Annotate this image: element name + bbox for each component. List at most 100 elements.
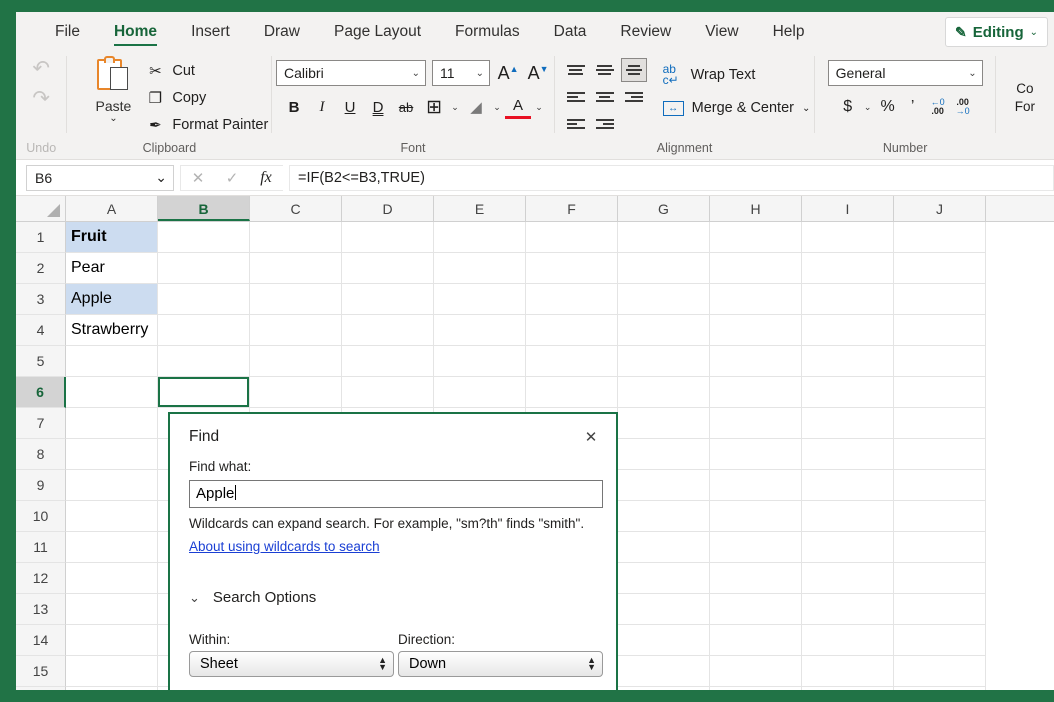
cell-H7[interactable]: [710, 408, 802, 439]
strikethrough-button[interactable]: ab: [393, 94, 419, 120]
cell-J3[interactable]: [894, 284, 986, 315]
column-header-f[interactable]: F: [526, 196, 618, 221]
cell-H16[interactable]: [710, 687, 802, 690]
column-header-d[interactable]: D: [342, 196, 434, 221]
row-header-1[interactable]: 1: [16, 222, 66, 253]
row-header-12[interactable]: 12: [16, 563, 66, 594]
cell-B4[interactable]: [158, 315, 250, 346]
align-bottom-button[interactable]: [621, 58, 647, 82]
undo-icon[interactable]: ↶: [21, 54, 61, 84]
column-header-a[interactable]: A: [66, 196, 158, 221]
column-header-e[interactable]: E: [434, 196, 526, 221]
font-size-select[interactable]: 11 ⌄: [432, 60, 490, 86]
cell-G14[interactable]: [618, 625, 710, 656]
row-header-11[interactable]: 11: [16, 532, 66, 563]
cell-A10[interactable]: [66, 501, 158, 532]
row-header-6[interactable]: 6: [16, 377, 66, 408]
cell-A16[interactable]: [66, 687, 158, 690]
cell-D6[interactable]: [342, 377, 434, 408]
align-right-button[interactable]: [621, 85, 647, 109]
cell-J13[interactable]: [894, 594, 986, 625]
tab-draw[interactable]: Draw: [247, 19, 317, 50]
column-header-j[interactable]: J: [894, 196, 986, 221]
editing-mode-button[interactable]: ✎ Editing ⌄: [945, 17, 1048, 47]
merge-center-button[interactable]: ↔ Merge & Center ⌄: [663, 95, 811, 121]
cell-A3[interactable]: Apple: [66, 284, 158, 315]
cell-H13[interactable]: [710, 594, 802, 625]
align-top-button[interactable]: [563, 58, 589, 82]
cell-I15[interactable]: [802, 656, 894, 687]
row-header-10[interactable]: 10: [16, 501, 66, 532]
row-header-2[interactable]: 2: [16, 253, 66, 284]
cell-J1[interactable]: [894, 222, 986, 253]
cell-A7[interactable]: [66, 408, 158, 439]
cell-H14[interactable]: [710, 625, 802, 656]
align-left-button[interactable]: [563, 85, 589, 109]
cell-C3[interactable]: [250, 284, 342, 315]
borders-button[interactable]: ⊞: [421, 94, 447, 120]
cell-G12[interactable]: [618, 563, 710, 594]
cell-C4[interactable]: [250, 315, 342, 346]
match-case-checkbox-row[interactable]: Match case: [189, 689, 274, 690]
cell-J5[interactable]: [894, 346, 986, 377]
cell-I16[interactable]: [802, 687, 894, 690]
cell-H1[interactable]: [710, 222, 802, 253]
cell-H4[interactable]: [710, 315, 802, 346]
cell-D4[interactable]: [342, 315, 434, 346]
row-header-13[interactable]: 13: [16, 594, 66, 625]
tab-insert[interactable]: Insert: [174, 19, 247, 50]
increase-decimal-button[interactable]: .00→0: [952, 94, 974, 120]
cell-H11[interactable]: [710, 532, 802, 563]
chevron-down-icon[interactable]: ⌄: [533, 102, 545, 113]
cell-B3[interactable]: [158, 284, 250, 315]
cell-F6[interactable]: [526, 377, 618, 408]
wrap-text-button[interactable]: abc↵ Wrap Text: [663, 62, 811, 88]
font-name-select[interactable]: Calibri ⌄: [276, 60, 426, 86]
decrease-font-size-button[interactable]: A▼: [526, 63, 550, 84]
cell-A9[interactable]: [66, 470, 158, 501]
cell-C6[interactable]: [250, 377, 342, 408]
currency-button[interactable]: $: [837, 94, 859, 120]
cell-F1[interactable]: [526, 222, 618, 253]
tab-data[interactable]: Data: [537, 19, 604, 50]
cell-I5[interactable]: [802, 346, 894, 377]
cell-I14[interactable]: [802, 625, 894, 656]
cell-I7[interactable]: [802, 408, 894, 439]
cell-G9[interactable]: [618, 470, 710, 501]
font-color-button[interactable]: A: [505, 95, 531, 119]
cell-H5[interactable]: [710, 346, 802, 377]
cell-I11[interactable]: [802, 532, 894, 563]
cell-A14[interactable]: [66, 625, 158, 656]
comma-style-button[interactable]: ’: [902, 94, 924, 120]
cell-E1[interactable]: [434, 222, 526, 253]
cell-F2[interactable]: [526, 253, 618, 284]
cell-J4[interactable]: [894, 315, 986, 346]
cell-B5[interactable]: [158, 346, 250, 377]
double-underline-button[interactable]: D: [365, 94, 391, 120]
cell-H12[interactable]: [710, 563, 802, 594]
decrease-indent-button[interactable]: [563, 112, 589, 136]
row-header-9[interactable]: 9: [16, 470, 66, 501]
paste-button[interactable]: Paste ⌄: [81, 56, 145, 124]
row-header-14[interactable]: 14: [16, 625, 66, 656]
cell-G5[interactable]: [618, 346, 710, 377]
percent-button[interactable]: %: [877, 94, 899, 120]
cell-J12[interactable]: [894, 563, 986, 594]
cell-E5[interactable]: [434, 346, 526, 377]
cell-D2[interactable]: [342, 253, 434, 284]
cell-H9[interactable]: [710, 470, 802, 501]
within-select[interactable]: Sheet ▲▼: [189, 651, 394, 677]
cell-G2[interactable]: [618, 253, 710, 284]
cut-button[interactable]: ✂ Cut: [145, 58, 268, 83]
row-header-4[interactable]: 4: [16, 315, 66, 346]
fill-color-button[interactable]: ◢: [463, 94, 489, 120]
row-header-5[interactable]: 5: [16, 346, 66, 377]
cell-B1[interactable]: [158, 222, 250, 253]
cell-A2[interactable]: Pear: [66, 253, 158, 284]
cell-D1[interactable]: [342, 222, 434, 253]
search-options-toggle[interactable]: ⌄ Search Options: [189, 589, 316, 606]
cell-E3[interactable]: [434, 284, 526, 315]
cell-A12[interactable]: [66, 563, 158, 594]
tab-file[interactable]: File: [38, 19, 97, 50]
cell-B2[interactable]: [158, 253, 250, 284]
